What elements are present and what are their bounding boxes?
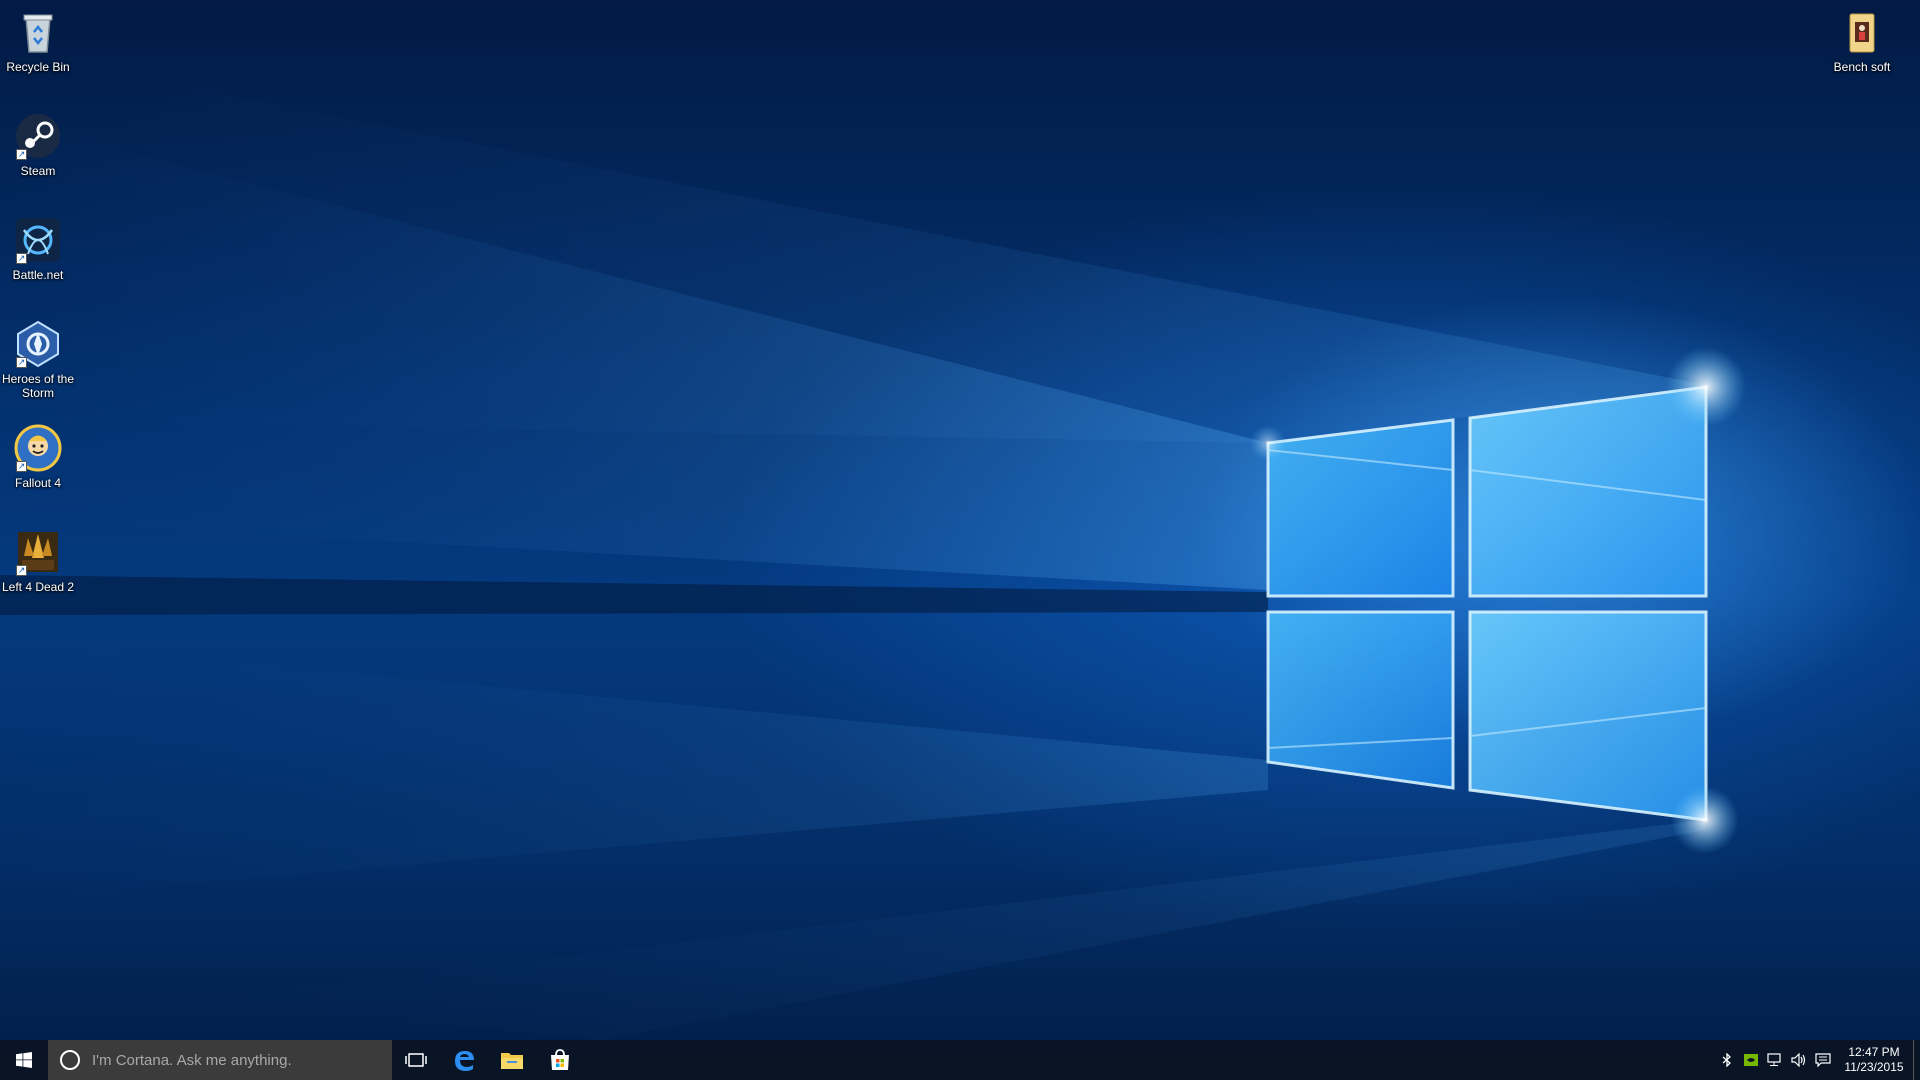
store-icon	[551, 1049, 569, 1070]
shortcut-arrow-icon: ↗	[16, 461, 27, 472]
task-view-icon	[405, 1053, 427, 1067]
shortcut-arrow-icon: ↗	[16, 253, 27, 264]
windows-logo-icon	[16, 1052, 32, 1068]
cortana-icon	[60, 1050, 80, 1070]
taskbar-app-edge[interactable]	[440, 1040, 488, 1080]
shortcut-arrow-icon: ↗	[16, 357, 27, 368]
desktop-icon-heroes-of-the-storm[interactable]: ↗ Heroes of the Storm	[0, 320, 76, 400]
task-view-button[interactable]	[392, 1040, 440, 1080]
file-explorer-icon	[501, 1053, 523, 1069]
taskbar-app-store[interactable]	[536, 1040, 584, 1080]
desktop-icon-label: Recycle Bin	[6, 60, 70, 74]
cortana-search-box[interactable]: I'm Cortana. Ask me anything.	[48, 1040, 392, 1080]
start-button[interactable]	[0, 1040, 48, 1080]
steam-icon: ↗	[14, 112, 62, 160]
left-4-dead-2-icon: ↗	[14, 528, 62, 576]
desktop-icon-fallout-4[interactable]: ↗ Fallout 4	[0, 424, 76, 490]
heroes-of-the-storm-icon: ↗	[14, 320, 62, 368]
clock-time: 12:47 PM	[1848, 1045, 1900, 1059]
volume-icon[interactable]	[1787, 1040, 1811, 1080]
desktop-icon-bench-soft[interactable]: Bench soft	[1824, 8, 1900, 74]
desktop-icon-label: Heroes of the Storm	[1, 372, 75, 400]
fallout-4-icon: ↗	[14, 424, 62, 472]
desktop-icon-battlenet[interactable]: ↗ Battle.net	[0, 216, 76, 282]
shortcut-arrow-icon: ↗	[16, 565, 27, 576]
search-placeholder: I'm Cortana. Ask me anything.	[92, 1051, 292, 1069]
network-icon[interactable]	[1763, 1040, 1787, 1080]
bluetooth-icon[interactable]	[1715, 1040, 1739, 1080]
desktop-wallpaper	[0, 90, 1746, 1040]
recycle-bin-icon	[14, 8, 62, 56]
desktop-icon-label: Battle.net	[12, 268, 64, 282]
taskbar-clock[interactable]: 12:47 PM 11/23/2015	[1835, 1040, 1913, 1080]
desktop-icon-recycle-bin[interactable]: Recycle Bin	[0, 8, 76, 74]
system-tray: 12:47 PM 11/23/2015	[1715, 1040, 1920, 1080]
edge-icon	[455, 1051, 474, 1071]
folder-icon	[1838, 8, 1886, 56]
clock-date: 11/23/2015	[1844, 1060, 1904, 1074]
show-desktop-button[interactable]	[1913, 1040, 1920, 1080]
action-center-icon[interactable]	[1811, 1040, 1835, 1080]
shortcut-arrow-icon: ↗	[16, 149, 27, 160]
taskbar: I'm Cortana. Ask me anything. 12:47 PM 1…	[0, 1040, 1920, 1080]
desktop-icon-label: Bench soft	[1833, 60, 1891, 74]
desktop-icon-left-4-dead-2[interactable]: ↗ Left 4 Dead 2	[0, 528, 76, 594]
desktop-icon-label: Fallout 4	[14, 476, 62, 490]
desktop-icon-label: Left 4 Dead 2	[1, 580, 75, 594]
battlenet-icon: ↗	[14, 216, 62, 264]
taskbar-app-file-explorer[interactable]	[488, 1040, 536, 1080]
desktop-icon-label: Steam	[20, 164, 56, 178]
desktop-icon-steam[interactable]: ↗ Steam	[0, 112, 76, 178]
nvidia-icon[interactable]	[1739, 1040, 1763, 1080]
